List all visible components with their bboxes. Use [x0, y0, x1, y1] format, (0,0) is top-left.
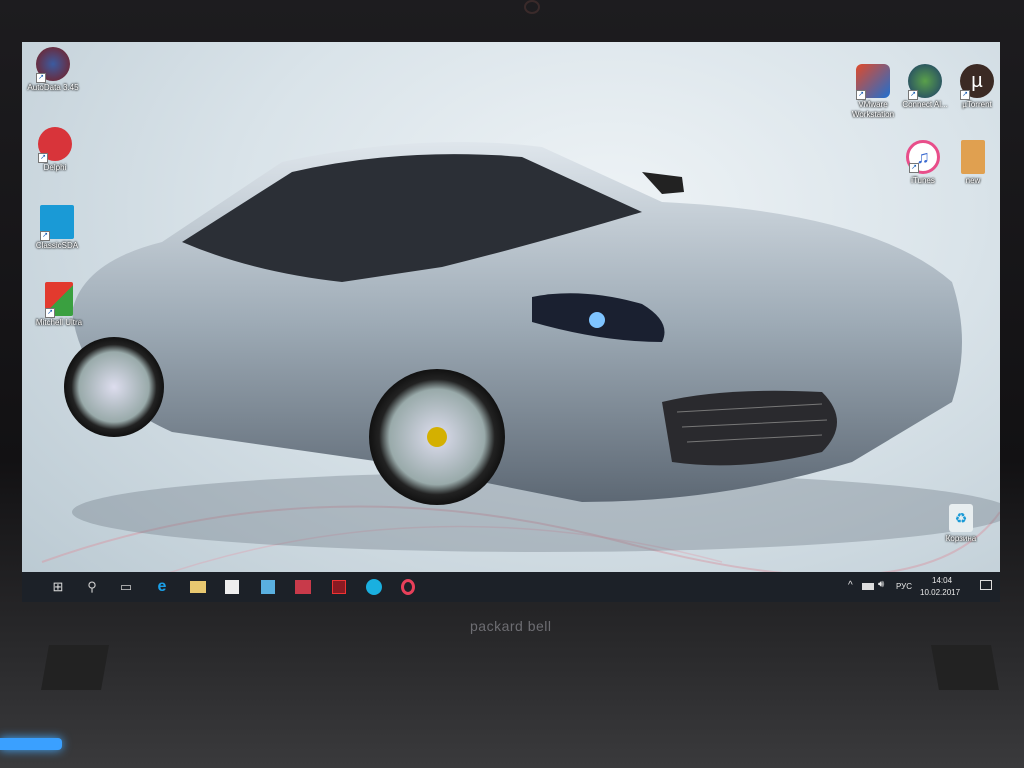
taskbar: ⊞ ⚲ ▭ e ^ 🔊︎ РУС 14:04 10.02.2017: [22, 572, 1000, 602]
autodata-icon: ↗: [36, 47, 70, 83]
desktop-icon-label: ClassicSDA: [35, 241, 79, 250]
desktop-icon-label: Mitchell Ultra: [35, 318, 83, 327]
desktop-icon-label: Корзина: [945, 534, 977, 543]
desktop-icon-label: new: [965, 176, 981, 185]
language-indicator[interactable]: РУС: [896, 582, 912, 591]
volume-icon[interactable]: 🔊︎: [878, 579, 884, 590]
media-player-icon[interactable]: [258, 577, 278, 597]
task-view-icon[interactable]: ▭: [116, 577, 136, 597]
recycle-bin-icon: ♻: [949, 504, 973, 532]
power-led: [0, 738, 62, 750]
system-tray: ^ 🔊︎ РУС 14:04 10.02.2017: [840, 572, 1000, 602]
brand-logo: packard bell: [470, 618, 552, 634]
engine-check-icon: ↗: [38, 127, 72, 163]
folder-icon: [961, 140, 985, 174]
wallpaper-ferrari: [41, 142, 1000, 583]
skype-icon[interactable]: [364, 577, 384, 597]
desktop-icon-recycle-bin[interactable]: ♻ Корзина: [930, 504, 992, 544]
car-service-icon: ↗: [40, 205, 74, 241]
mitchell-icon: ↗: [45, 282, 73, 318]
desktop-icon-delphi[interactable]: ↗ Delphi: [24, 127, 86, 173]
laptop-frame: ↗ AutoData 3.45 ↗ Delphi ↗ ClassicSDA ↗ …: [0, 0, 1024, 768]
desktop-screen: ↗ AutoData 3.45 ↗ Delphi ↗ ClassicSDA ↗ …: [22, 42, 1000, 602]
edge-icon[interactable]: e: [152, 577, 172, 597]
battery-icon[interactable]: [862, 583, 874, 590]
desktop-icon-folder-new[interactable]: new: [942, 140, 1000, 186]
hinge-right: [931, 645, 999, 690]
acrobat-icon[interactable]: [329, 577, 349, 597]
clock-date[interactable]: 10.02.2017: [920, 588, 960, 597]
webcam: [524, 0, 540, 14]
itunes-icon: ♫ ↗: [906, 140, 940, 174]
store-icon[interactable]: [222, 577, 242, 597]
action-center-icon[interactable]: [980, 580, 992, 590]
utorrent-icon: µ ↗: [960, 64, 994, 100]
clock-time[interactable]: 14:04: [932, 576, 952, 585]
desktop-icon-mitchell[interactable]: ↗ Mitchell Ultra: [28, 282, 90, 328]
desktop-icon-classicsda[interactable]: ↗ ClassicSDA: [26, 205, 88, 251]
hinge-left: [41, 645, 109, 690]
folder-icon[interactable]: [188, 577, 208, 597]
desktop-icon-label: AutoData 3.45: [27, 83, 79, 92]
show-hidden-icons-icon[interactable]: ^: [848, 580, 853, 591]
desktop-icon-label: µTorrent: [962, 100, 992, 109]
opera-icon[interactable]: [398, 577, 418, 597]
connect-icon: ↗: [908, 64, 942, 100]
app-64-icon[interactable]: [293, 577, 313, 597]
desktop-icon-label: Delphi: [43, 163, 67, 172]
vmware-icon: ↗: [856, 64, 890, 100]
search-icon[interactable]: ⚲: [82, 577, 102, 597]
desktop-icon-autodata[interactable]: ↗ AutoData 3.45: [22, 47, 84, 93]
windows-start-icon[interactable]: ⊞: [48, 577, 68, 597]
desktop-icon-utorrent[interactable]: µ ↗ µTorrent: [946, 64, 1000, 110]
